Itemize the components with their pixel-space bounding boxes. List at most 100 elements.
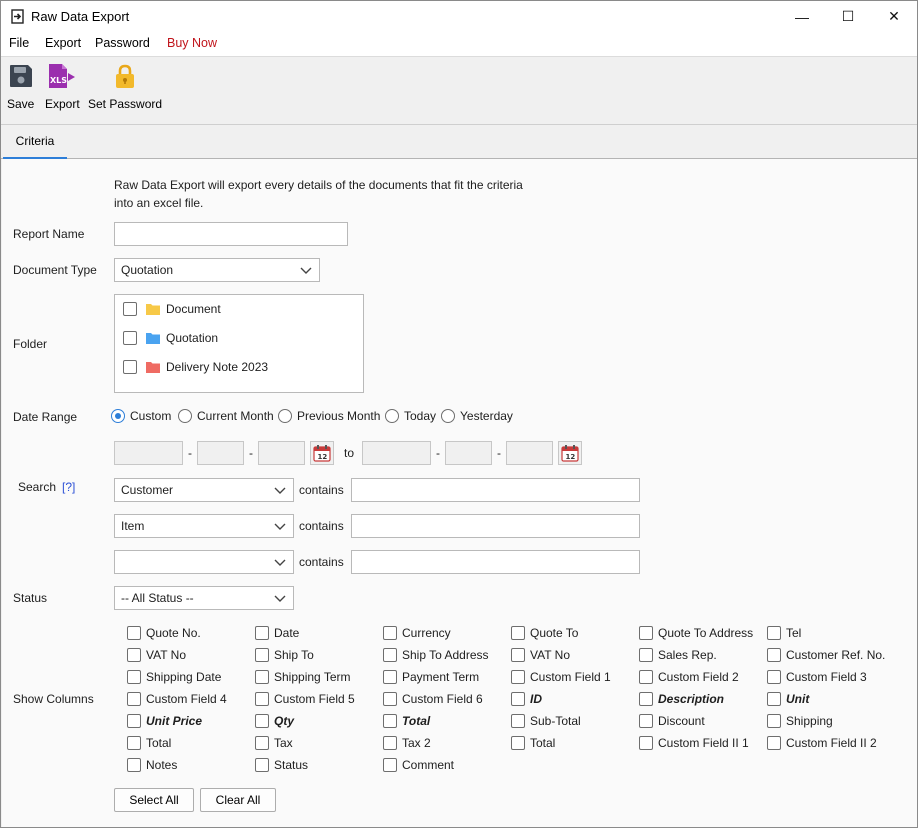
column-option[interactable]: Customer Ref. No.	[767, 647, 885, 663]
from-year-field[interactable]	[114, 441, 183, 465]
column-option[interactable]: Qty	[255, 713, 294, 729]
column-checkbox[interactable]	[255, 648, 269, 662]
radio-button[interactable]	[178, 409, 192, 423]
column-checkbox[interactable]	[511, 626, 525, 640]
column-option[interactable]: Shipping Term	[255, 669, 351, 685]
radio-today[interactable]: Today	[385, 409, 436, 423]
column-option[interactable]: Total	[511, 735, 555, 751]
column-option[interactable]: Custom Field 1	[511, 669, 611, 685]
column-option[interactable]: Custom Field 5	[255, 691, 355, 707]
column-option[interactable]: Quote To	[511, 625, 578, 641]
column-checkbox[interactable]	[127, 648, 141, 662]
to-year-field[interactable]	[362, 441, 431, 465]
column-checkbox[interactable]	[127, 736, 141, 750]
folder-item-delivery-note-2023[interactable]: Delivery Note 2023	[123, 358, 268, 376]
column-checkbox[interactable]	[767, 714, 781, 728]
column-option[interactable]: Currency	[383, 625, 451, 641]
column-checkbox[interactable]	[127, 670, 141, 684]
column-checkbox[interactable]	[639, 670, 653, 684]
column-option[interactable]: Payment Term	[383, 669, 479, 685]
column-checkbox[interactable]	[383, 758, 397, 772]
column-option[interactable]: Tax	[255, 735, 293, 751]
search-help-link[interactable]: [?]	[62, 480, 75, 494]
column-checkbox[interactable]	[639, 692, 653, 706]
column-option[interactable]: Unit	[767, 691, 809, 707]
to-day-field[interactable]	[506, 441, 553, 465]
document-type-select[interactable]: Quotation	[114, 258, 320, 282]
menu-export[interactable]: Export	[45, 36, 81, 50]
save-button[interactable]: Save	[7, 63, 34, 111]
clear-all-button[interactable]: Clear All	[200, 788, 276, 812]
menu-file[interactable]: File	[9, 36, 29, 50]
column-option[interactable]: Tax 2	[383, 735, 431, 751]
radio-button[interactable]	[385, 409, 399, 423]
column-checkbox[interactable]	[127, 758, 141, 772]
column-checkbox[interactable]	[511, 670, 525, 684]
to-month-field[interactable]	[445, 441, 492, 465]
column-option[interactable]: Total	[383, 713, 430, 729]
column-checkbox[interactable]	[767, 736, 781, 750]
to-calendar-button[interactable]: 12	[558, 441, 582, 465]
column-checkbox[interactable]	[255, 714, 269, 728]
column-checkbox[interactable]	[767, 626, 781, 640]
column-option[interactable]: Tel	[767, 625, 801, 641]
column-option[interactable]: Shipping Date	[127, 669, 221, 685]
column-checkbox[interactable]	[639, 714, 653, 728]
column-option[interactable]: Sales Rep.	[639, 647, 717, 663]
column-checkbox[interactable]	[383, 692, 397, 706]
column-checkbox[interactable]	[767, 648, 781, 662]
column-option[interactable]: Description	[639, 691, 724, 707]
column-checkbox[interactable]	[511, 648, 525, 662]
radio-current-month[interactable]: Current Month	[178, 409, 274, 423]
radio-button[interactable]	[111, 409, 125, 423]
column-option[interactable]: Discount	[639, 713, 705, 729]
column-checkbox[interactable]	[767, 670, 781, 684]
column-option[interactable]: Unit Price	[127, 713, 202, 729]
minimize-button[interactable]: —	[779, 1, 825, 32]
close-button[interactable]: ✕	[871, 1, 917, 32]
search-field-select-2[interactable]: Item	[114, 514, 294, 538]
column-option[interactable]: Custom Field 3	[767, 669, 867, 685]
column-checkbox[interactable]	[255, 736, 269, 750]
column-option[interactable]: Date	[255, 625, 299, 641]
column-option[interactable]: Sub-Total	[511, 713, 581, 729]
folder-checkbox[interactable]	[123, 360, 137, 374]
menu-buy-now[interactable]: Buy Now	[167, 36, 217, 50]
column-option[interactable]: Notes	[127, 757, 177, 773]
column-checkbox[interactable]	[255, 692, 269, 706]
column-checkbox[interactable]	[383, 648, 397, 662]
search-value-input-3[interactable]	[351, 550, 640, 574]
column-checkbox[interactable]	[511, 692, 525, 706]
column-option[interactable]: Quote No.	[127, 625, 201, 641]
column-option[interactable]: ID	[511, 691, 542, 707]
column-option[interactable]: Quote To Address	[639, 625, 753, 641]
search-value-input-1[interactable]	[351, 478, 640, 502]
radio-yesterday[interactable]: Yesterday	[441, 409, 513, 423]
column-checkbox[interactable]	[127, 692, 141, 706]
from-calendar-button[interactable]: 12	[310, 441, 334, 465]
radio-button[interactable]	[441, 409, 455, 423]
column-option[interactable]: Ship To	[255, 647, 314, 663]
column-checkbox[interactable]	[639, 648, 653, 662]
radio-previous-month[interactable]: Previous Month	[278, 409, 380, 423]
column-option[interactable]: Custom Field II 1	[639, 735, 749, 751]
column-option[interactable]: Custom Field II 2	[767, 735, 877, 751]
column-option[interactable]: Custom Field 6	[383, 691, 483, 707]
column-checkbox[interactable]	[255, 626, 269, 640]
column-checkbox[interactable]	[255, 670, 269, 684]
folder-checkbox[interactable]	[123, 302, 137, 316]
search-field-select-1[interactable]: Customer	[114, 478, 294, 502]
search-value-input-2[interactable]	[351, 514, 640, 538]
column-option[interactable]: Shipping	[767, 713, 833, 729]
column-checkbox[interactable]	[511, 714, 525, 728]
report-name-input[interactable]	[114, 222, 348, 246]
column-option[interactable]: VAT No	[127, 647, 186, 663]
radio-custom[interactable]: Custom	[111, 409, 171, 423]
from-month-field[interactable]	[197, 441, 244, 465]
folder-item-document[interactable]: Document	[123, 300, 221, 318]
column-option[interactable]: Custom Field 2	[639, 669, 739, 685]
status-select[interactable]: -- All Status --	[114, 586, 294, 610]
column-checkbox[interactable]	[511, 736, 525, 750]
column-option[interactable]: VAT No	[511, 647, 570, 663]
column-option[interactable]: Ship To Address	[383, 647, 489, 663]
